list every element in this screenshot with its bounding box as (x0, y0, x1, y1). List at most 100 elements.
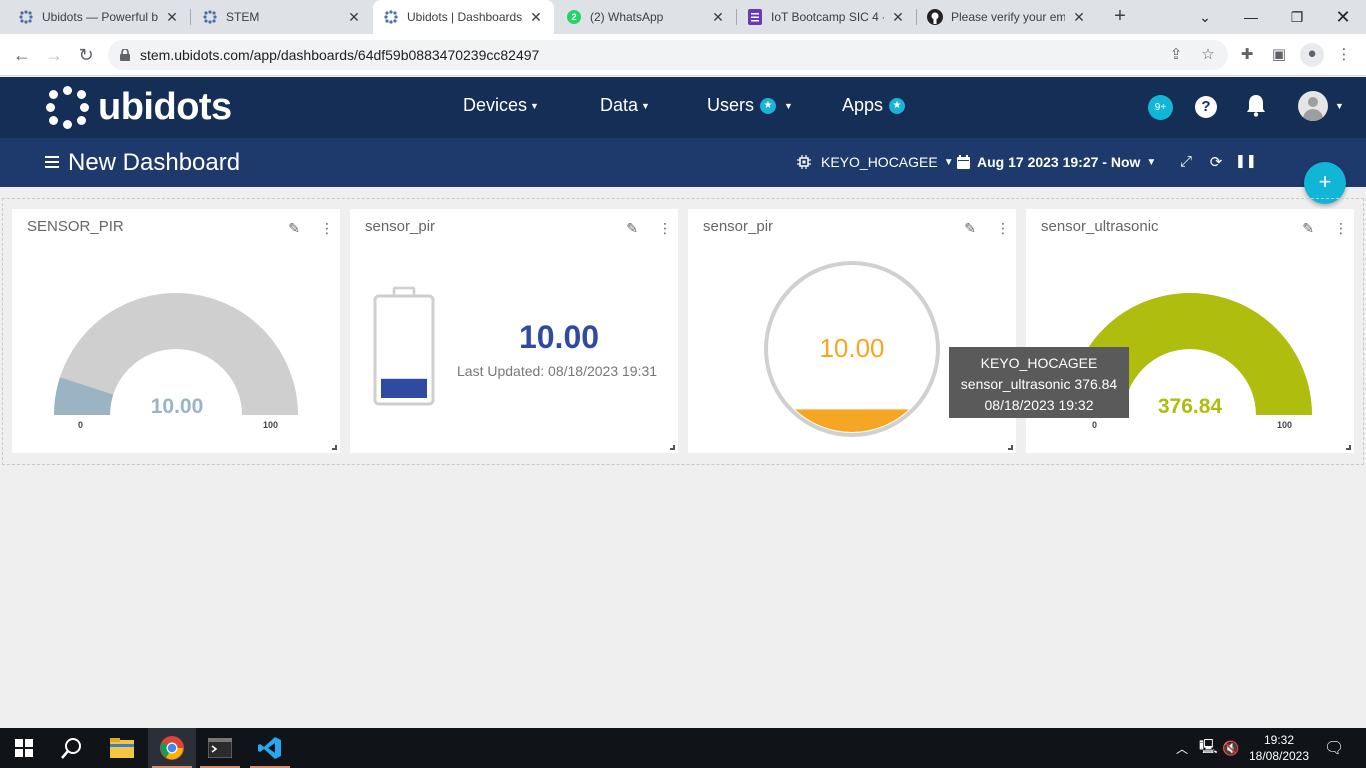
menu-icon[interactable] (45, 156, 59, 168)
vscode-icon[interactable] (246, 728, 294, 768)
clock-date: 18/08/2023 (1248, 749, 1310, 763)
widget-title: sensor_pir (703, 218, 774, 235)
file-explorer-icon[interactable] (98, 728, 146, 768)
dashboard-bar: New Dashboard KEYO_HOCAGEE ▼ Aug 17 2023… (0, 138, 1366, 187)
tab-close-icon[interactable]: ✕ (528, 9, 544, 26)
resize-handle[interactable] (332, 445, 337, 450)
side-panel-icon[interactable]: ▣ (1268, 44, 1290, 66)
network-icon[interactable]: 🖳 (1199, 728, 1218, 768)
pencil-icon[interactable]: ✎ (1302, 220, 1314, 237)
caret-down-icon: ▼ (784, 100, 793, 111)
tab-title: STEM (226, 10, 260, 24)
tab-close-icon[interactable]: ✕ (346, 9, 362, 26)
restore-icon[interactable]: ❐ (1274, 0, 1320, 34)
system-clock[interactable]: 19:32 18/08/2023 (1246, 732, 1312, 764)
browser-tab[interactable]: IoT Bootcamp SIC 4 - ✕ (737, 0, 916, 34)
pause-icon[interactable]: ❚❚ (1235, 153, 1257, 169)
browser-tabstrip: Ubidots — Powerful b ✕ STEM ✕ Ubidots | … (0, 0, 1366, 34)
more-vert-icon[interactable]: ⋮ (658, 220, 672, 237)
start-icon[interactable] (0, 728, 48, 768)
forward-icon[interactable]: → (42, 43, 66, 67)
tooltip-device: KEYO_HOCAGEE (980, 355, 1098, 371)
profile-icon[interactable]: ● (1300, 43, 1324, 67)
gauge-value: 10.00 (150, 395, 204, 418)
pencil-icon[interactable]: ✎ (288, 220, 300, 237)
tab-close-icon[interactable]: ✕ (1071, 9, 1087, 26)
pencil-icon[interactable]: ✎ (964, 220, 976, 237)
resize-handle[interactable] (1008, 445, 1013, 450)
volume-muted-icon[interactable]: 🔇 (1222, 728, 1239, 768)
chart-tooltip: KEYO_HOCAGEE sensor_ultrasonic 376.84 08… (949, 347, 1129, 418)
more-vert-icon[interactable]: ⋮ (320, 220, 334, 237)
bell-icon[interactable] (1244, 93, 1268, 119)
nav-devices[interactable]: Devices ▼ (463, 95, 539, 116)
star-badge-icon: ★ (889, 97, 906, 114)
nav-label: Devices (463, 95, 528, 115)
refresh-icon[interactable]: ⟳ (1207, 153, 1225, 171)
resize-handle[interactable] (1346, 445, 1351, 450)
notifications-count-badge[interactable]: 9+ (1148, 95, 1173, 120)
battery-value: 10.00 (518, 319, 600, 355)
device-name: KEYO_HOCAGEE (821, 154, 938, 170)
ubidots-logo-icon (46, 85, 90, 129)
device-selector[interactable]: KEYO_HOCAGEE ▼ (796, 154, 954, 170)
nav-apps[interactable]: Apps ★ (842, 95, 906, 116)
gauge-max-label: 100 (1277, 420, 1293, 430)
caret-down-icon: ▼ (530, 100, 539, 111)
dashboard-title[interactable]: New Dashboard (68, 149, 240, 177)
share-icon[interactable]: ⇪ (1165, 44, 1187, 66)
nav-data[interactable]: Data ▼ (600, 95, 650, 116)
tab-title: Please verify your ema (951, 10, 1065, 24)
widget-title: SENSOR_PIR (27, 218, 124, 235)
ubidots-icon (18, 9, 34, 25)
caret-down-icon: ▼ (641, 100, 650, 111)
clock-time: 19:32 (1263, 733, 1295, 747)
tooltip-value: sensor_ultrasonic 376.84 (960, 376, 1118, 392)
extensions-icon[interactable]: ✚ (1236, 44, 1258, 66)
tab-search-icon[interactable]: ⌄ (1182, 0, 1228, 34)
browser-tab[interactable]: Please verify your ema ✕ (917, 0, 1097, 34)
avatar-caret-icon[interactable]: ▼ (1335, 101, 1344, 111)
help-icon[interactable]: ? (1195, 96, 1217, 118)
chrome-icon[interactable] (148, 728, 196, 768)
more-vert-icon[interactable]: ⋮ (996, 220, 1010, 237)
browser-tab[interactable]: 2 (2) WhatsApp ✕ (556, 0, 736, 34)
avatar[interactable] (1298, 91, 1328, 121)
tab-close-icon[interactable]: ✕ (890, 9, 906, 26)
resize-handle[interactable] (670, 445, 675, 450)
widget-gauge-sensor-pir[interactable]: SENSOR_PIR ✎ ⋮ 10.00 0 100 (12, 209, 340, 453)
tooltip-time: 08/18/2023 19:32 (984, 397, 1094, 413)
widget-battery-sensor-pir[interactable]: sensor_pir ✎ ⋮ 10.00 Last Updated: 08/18… (350, 209, 678, 453)
terminal-icon[interactable] (196, 728, 244, 768)
tab-divider (190, 9, 191, 25)
notification-center-icon[interactable]: 🗨 (1324, 728, 1344, 768)
tab-close-icon[interactable]: ✕ (164, 9, 180, 26)
browser-tab[interactable]: STEM ✕ (192, 0, 372, 34)
nav-label: Data (600, 95, 639, 115)
browser-tab-active[interactable]: Ubidots | Dashboards ✕ (373, 0, 554, 34)
tab-close-icon[interactable]: ✕ (710, 9, 726, 26)
browser-tab[interactable]: Ubidots — Powerful b ✕ (8, 0, 190, 34)
bookmark-star-icon[interactable]: ☆ (1197, 44, 1219, 66)
brand-name: ubidots (98, 85, 232, 128)
more-vert-icon[interactable]: ⋮ (1334, 220, 1348, 237)
search-icon[interactable] (48, 728, 96, 768)
reload-icon[interactable]: ↻ (74, 43, 98, 67)
minimize-icon[interactable]: — (1228, 0, 1274, 34)
ubidots-logo[interactable]: ubidots (46, 85, 232, 129)
back-icon[interactable]: ← (10, 43, 34, 67)
nav-users[interactable]: Users ★ ▼ (707, 95, 793, 116)
close-window-icon[interactable]: ✕ (1320, 0, 1366, 34)
fullscreen-icon[interactable]: ⤢ (1177, 153, 1195, 170)
windows-taskbar: ︿ 🖳 🔇 19:32 18/08/2023 🗨 (0, 728, 1366, 768)
gauge-min-label: 0 (1092, 420, 1098, 430)
tank-fill (769, 409, 935, 432)
tray-chevron-icon[interactable]: ︿ (1176, 728, 1188, 768)
chrome-menu-icon[interactable]: ⋮ (1333, 44, 1355, 66)
date-range-text: Aug 17 2023 19:27 - Now (977, 154, 1141, 170)
date-range-selector[interactable]: Aug 17 2023 19:27 - Now ▼ (957, 154, 1156, 170)
pencil-icon[interactable]: ✎ (626, 220, 638, 237)
forms-icon (747, 9, 763, 25)
new-tab-button[interactable]: + (1108, 5, 1132, 29)
address-bar[interactable]: stem.ubidots.com/app/dashboards/64df59b0… (108, 40, 1228, 70)
